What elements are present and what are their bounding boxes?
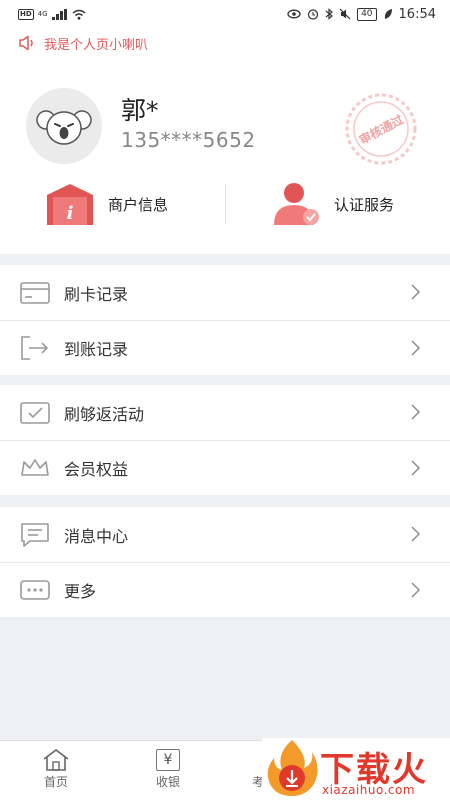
transfer-out-icon: [20, 333, 50, 363]
menu-item-cashback-activity[interactable]: 刷够返活动: [0, 385, 450, 440]
menu-item-label: 刷够返活动: [64, 404, 145, 424]
chevron-right-icon: [411, 582, 420, 598]
profile-card: 郭* 135****5652 审核通过 i 商户信息 认证服务: [0, 58, 450, 254]
bluetooth-icon: [325, 8, 334, 20]
notice-bar[interactable]: 我是个人页小喇叭: [0, 28, 450, 58]
clock: 16:54: [398, 6, 436, 22]
speaker-icon: [19, 35, 33, 51]
watermark-url: xiazaihuo.com: [322, 783, 416, 797]
notice-text: 我是个人页小喇叭: [44, 37, 149, 53]
menu-item-card-records[interactable]: 刷卡记录: [0, 265, 450, 320]
verification-service-button[interactable]: 认证服务: [272, 178, 394, 230]
merchant-info-label: 商户信息: [108, 195, 169, 214]
store-info-icon: i: [47, 184, 93, 225]
status-bar: HD 4G 40 16:54: [0, 0, 450, 28]
menu-item-label: 会员权益: [64, 460, 129, 479]
chevron-right-icon: [411, 284, 420, 300]
mute-icon: [339, 8, 351, 20]
menu-group-activities: 刷够返活动 会员权益: [0, 385, 450, 495]
flame-logo-icon: [267, 740, 318, 796]
card-icon: [20, 278, 50, 308]
menu-item-label: 刷卡记录: [64, 284, 129, 304]
merchant-info-button[interactable]: i 商户信息: [44, 178, 168, 230]
wifi-icon: [72, 9, 86, 20]
tab-home[interactable]: 首页: [6, 741, 106, 800]
chevron-right-icon: [411, 340, 420, 356]
menu-item-member-benefits[interactable]: 会员权益: [0, 440, 450, 495]
user-phone: 135****5652: [121, 128, 256, 152]
battery-indicator: 40: [357, 7, 377, 21]
hd-indicator: HD: [18, 8, 34, 20]
tab-label: 收银: [155, 775, 180, 789]
checkbox-icon: [20, 398, 50, 428]
leaf-icon: [384, 9, 392, 19]
menu-item-label: 更多: [64, 582, 97, 601]
user-verified-icon: [274, 183, 319, 225]
menu-group-records: 刷卡记录 到账记录: [0, 265, 450, 375]
tab-cashier[interactable]: ¥ 收银: [118, 741, 218, 800]
verification-service-label: 认证服务: [334, 195, 395, 214]
user-name: 郭*: [121, 96, 159, 125]
message-icon: [20, 520, 50, 550]
home-icon: [42, 747, 70, 773]
signal-icon: [51, 8, 67, 20]
avatar[interactable]: [26, 88, 102, 164]
tab-label: 首页: [43, 775, 68, 789]
watermark: 下载火 xiazaihuo.com: [262, 738, 450, 800]
eye-icon: [287, 9, 301, 19]
yen-icon: ¥: [154, 747, 182, 773]
menu-group-misc: 消息中心 更多: [0, 507, 450, 617]
alarm-icon: [307, 9, 319, 20]
menu-item-deposit-records[interactable]: 到账记录: [0, 320, 450, 375]
chevron-right-icon: [411, 526, 420, 542]
menu-item-message-center[interactable]: 消息中心: [0, 507, 450, 562]
menu-item-label: 到账记录: [64, 340, 129, 359]
chevron-right-icon: [411, 460, 420, 476]
crown-icon: [20, 453, 50, 483]
koala-icon: [36, 110, 92, 145]
more-icon: [20, 575, 50, 605]
verified-stamp: 审核通过: [344, 92, 418, 166]
chevron-right-icon: [411, 404, 420, 420]
menu-item-more[interactable]: 更多: [0, 562, 450, 617]
quick-actions-divider: [225, 184, 226, 224]
network-type: 4G: [37, 10, 48, 18]
menu-item-label: 消息中心: [64, 526, 129, 546]
svg-text:i: i: [67, 203, 74, 224]
